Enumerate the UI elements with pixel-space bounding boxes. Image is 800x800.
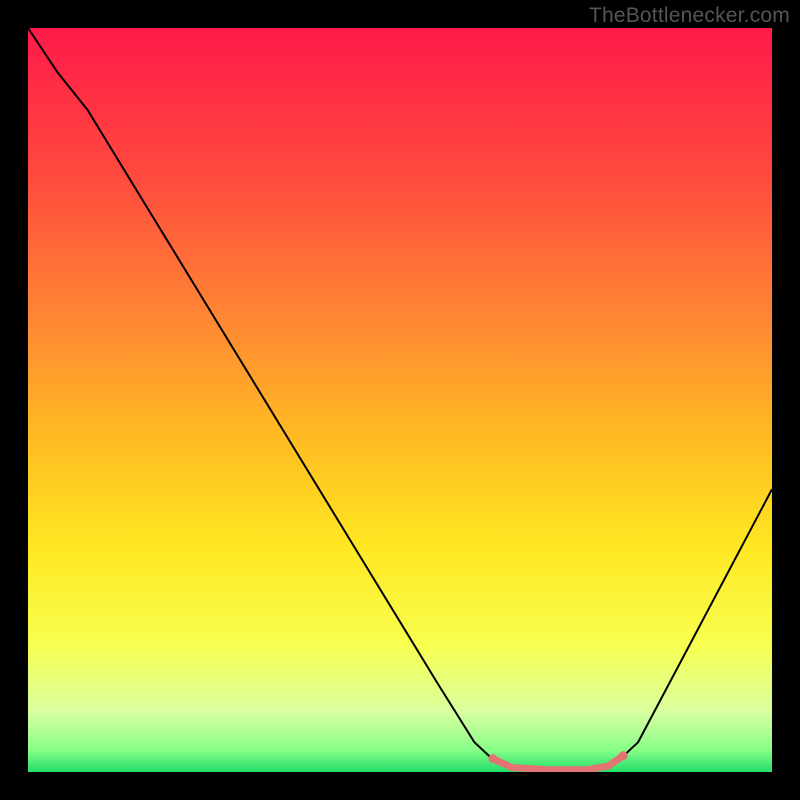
optimal-range-end-dot xyxy=(619,751,628,760)
chart-container: TheBottlenecker.com xyxy=(0,0,800,800)
gradient-background xyxy=(28,28,772,772)
optimal-range-start-dot xyxy=(489,754,498,763)
watermark-text: TheBottlenecker.com xyxy=(589,4,790,28)
plot-area xyxy=(28,28,772,772)
chart-svg xyxy=(28,28,772,772)
